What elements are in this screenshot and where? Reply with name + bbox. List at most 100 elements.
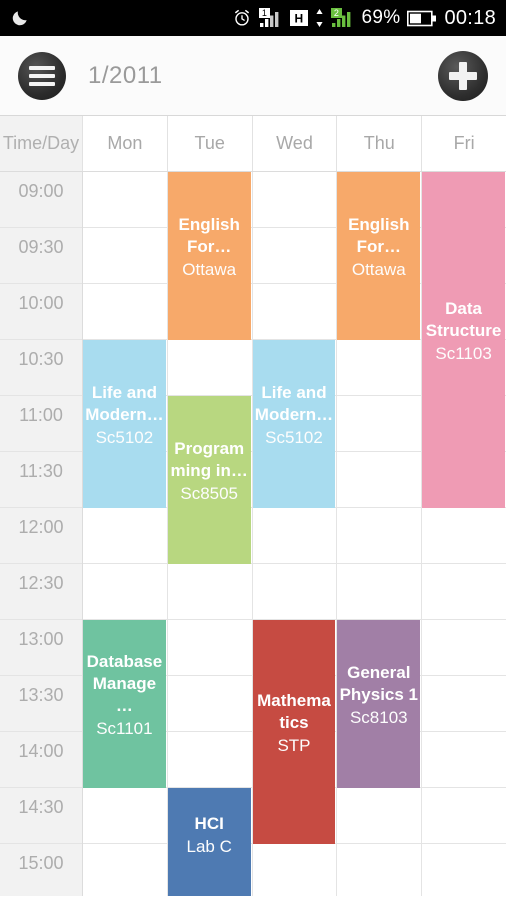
column-header-mon[interactable]: Mon bbox=[83, 116, 168, 171]
event-block-life-and-modern-mon[interactable]: Life and Modern… Sc5102 bbox=[83, 340, 166, 508]
menu-bar-3 bbox=[29, 81, 55, 86]
event-title: Programming in… bbox=[170, 439, 248, 480]
event-subtitle: Sc8103 bbox=[349, 708, 408, 727]
grid-slot[interactable] bbox=[252, 228, 337, 284]
event-block-general-physics-thu[interactable]: General Physics 1 Sc8103 bbox=[337, 620, 421, 788]
event-subtitle: Lab C bbox=[186, 837, 232, 856]
svg-text:H: H bbox=[294, 12, 303, 26]
grid-slot[interactable] bbox=[337, 508, 422, 564]
app-header: 1/2011 bbox=[0, 36, 506, 116]
grid-slot[interactable] bbox=[83, 284, 167, 340]
grid-slot[interactable] bbox=[422, 732, 506, 788]
event-block-life-and-modern-wed[interactable]: Life and Modern… Sc5102 bbox=[252, 340, 336, 508]
day-column-fri: Data Structure Sc1103 bbox=[422, 172, 506, 896]
grid-slot[interactable] bbox=[83, 788, 167, 844]
event-block-programming-in-tue[interactable]: Programming in… Sc8505 bbox=[167, 396, 251, 564]
event-title: Mathematics bbox=[257, 691, 331, 732]
add-button[interactable] bbox=[438, 50, 488, 101]
column-header-tue[interactable]: Tue bbox=[167, 116, 253, 171]
event-subtitle: Sc5102 bbox=[265, 428, 323, 447]
column-header-fri[interactable]: Fri bbox=[422, 116, 506, 171]
event-title: HCI bbox=[194, 814, 224, 833]
event-title: Database Manage… bbox=[86, 652, 163, 715]
day-column-mon: Life and Modern… Sc5102 Database Manage… Sc… bbox=[83, 172, 168, 896]
grid-slot[interactable] bbox=[337, 452, 422, 508]
hspa-h-icon: H bbox=[289, 9, 308, 27]
event-subtitle: Ottawa bbox=[182, 260, 237, 279]
grid-slot[interactable] bbox=[83, 844, 167, 896]
event-block-data-structure-fri[interactable]: Data Structure Sc1103 bbox=[422, 172, 505, 508]
event-title: English For… bbox=[348, 215, 410, 256]
day-column-thu: English For… Ottawa General Physics 1 Sc810… bbox=[337, 172, 423, 896]
grid-slot[interactable] bbox=[167, 564, 252, 620]
status-bar-right: 1 H 2 69% 00:18 bbox=[232, 7, 497, 30]
grid-slot[interactable] bbox=[337, 340, 422, 396]
time-label: 15:00 bbox=[0, 844, 82, 896]
event-subtitle: STP bbox=[277, 736, 311, 755]
grid-slot[interactable] bbox=[252, 564, 337, 620]
page-title: 1/2011 bbox=[88, 61, 163, 89]
time-label: 11:00 bbox=[0, 396, 82, 452]
day-column-wed: Life and Modern… Sc5102 Mathematics STP bbox=[252, 172, 338, 896]
grid-slot[interactable] bbox=[422, 844, 506, 896]
time-label: 12:00 bbox=[0, 508, 82, 564]
time-label: 14:30 bbox=[0, 788, 82, 844]
grid-slot[interactable] bbox=[422, 620, 506, 676]
grid-slot[interactable] bbox=[83, 564, 167, 620]
event-block-english-for-tue[interactable]: English For… Ottawa bbox=[167, 172, 251, 340]
grid-slot[interactable] bbox=[422, 676, 506, 732]
status-bar-left bbox=[10, 8, 232, 28]
event-block-hci-tue[interactable]: HCI Lab C bbox=[167, 788, 251, 896]
hamburger-menu-icon[interactable] bbox=[18, 51, 66, 100]
event-subtitle: Ottawa bbox=[351, 260, 406, 279]
event-block-mathematics-wed[interactable]: Mathematics STP bbox=[252, 620, 336, 844]
grid-slot[interactable] bbox=[252, 284, 337, 340]
grid-slot[interactable] bbox=[83, 508, 167, 564]
menu-bar-1 bbox=[29, 65, 55, 70]
day-column-tue: English For… Ottawa Programming in… Sc8505 H… bbox=[167, 172, 253, 896]
time-label: 09:00 bbox=[0, 172, 82, 228]
battery-icon bbox=[407, 10, 437, 27]
event-subtitle: Sc1101 bbox=[96, 719, 153, 738]
grid-slot[interactable] bbox=[167, 676, 252, 732]
column-header-thu[interactable]: Thu bbox=[337, 116, 423, 171]
grid-slot[interactable] bbox=[83, 172, 167, 228]
column-header-wed[interactable]: Wed bbox=[252, 116, 338, 171]
day-columns: Life and Modern… Sc5102 Database Manage… Sc… bbox=[83, 172, 506, 896]
grid-slot[interactable] bbox=[422, 508, 506, 564]
grid-slot[interactable] bbox=[337, 844, 421, 896]
svg-text:1: 1 bbox=[261, 8, 266, 18]
grid-slot[interactable] bbox=[337, 396, 422, 452]
grid-slot[interactable] bbox=[252, 172, 337, 228]
grid-slot[interactable] bbox=[422, 788, 506, 844]
time-label: 10:00 bbox=[0, 284, 82, 340]
event-block-english-for-thu[interactable]: English For… Ottawa bbox=[337, 172, 421, 340]
column-header-time: Time/Day bbox=[0, 116, 83, 171]
grid-slot[interactable] bbox=[337, 788, 422, 844]
time-label: 09:30 bbox=[0, 228, 82, 284]
signal-sim2-icon: 2 bbox=[330, 8, 355, 28]
grid-slot[interactable] bbox=[83, 228, 167, 284]
time-label: 13:30 bbox=[0, 676, 82, 732]
day-header-row: Time/Day Mon Tue Wed Thu Fri bbox=[0, 116, 506, 172]
event-subtitle: Sc8505 bbox=[180, 484, 239, 503]
event-block-database-management-mon[interactable]: Database Manage… Sc1101 bbox=[83, 620, 166, 788]
time-label: 14:00 bbox=[0, 732, 82, 788]
moon-icon bbox=[10, 8, 30, 28]
grid-slot[interactable] bbox=[252, 508, 337, 564]
grid-slot[interactable] bbox=[167, 340, 252, 396]
grid-slot[interactable] bbox=[422, 564, 506, 620]
data-transfer-icon bbox=[315, 8, 324, 28]
menu-bar-2 bbox=[29, 73, 55, 78]
grid-slot[interactable] bbox=[167, 732, 252, 788]
event-title: English For… bbox=[178, 215, 240, 256]
grid-slot[interactable] bbox=[167, 620, 252, 676]
grid-slot[interactable] bbox=[253, 844, 337, 896]
event-subtitle: Sc5102 bbox=[95, 428, 154, 447]
event-subtitle: Sc1103 bbox=[435, 344, 492, 363]
event-title: Life and Modern… bbox=[254, 383, 334, 424]
event-title: Data Structure bbox=[425, 299, 502, 340]
event-title: Life and Modern… bbox=[85, 383, 164, 424]
grid-slot[interactable] bbox=[337, 564, 422, 620]
time-label: 10:30 bbox=[0, 340, 82, 396]
